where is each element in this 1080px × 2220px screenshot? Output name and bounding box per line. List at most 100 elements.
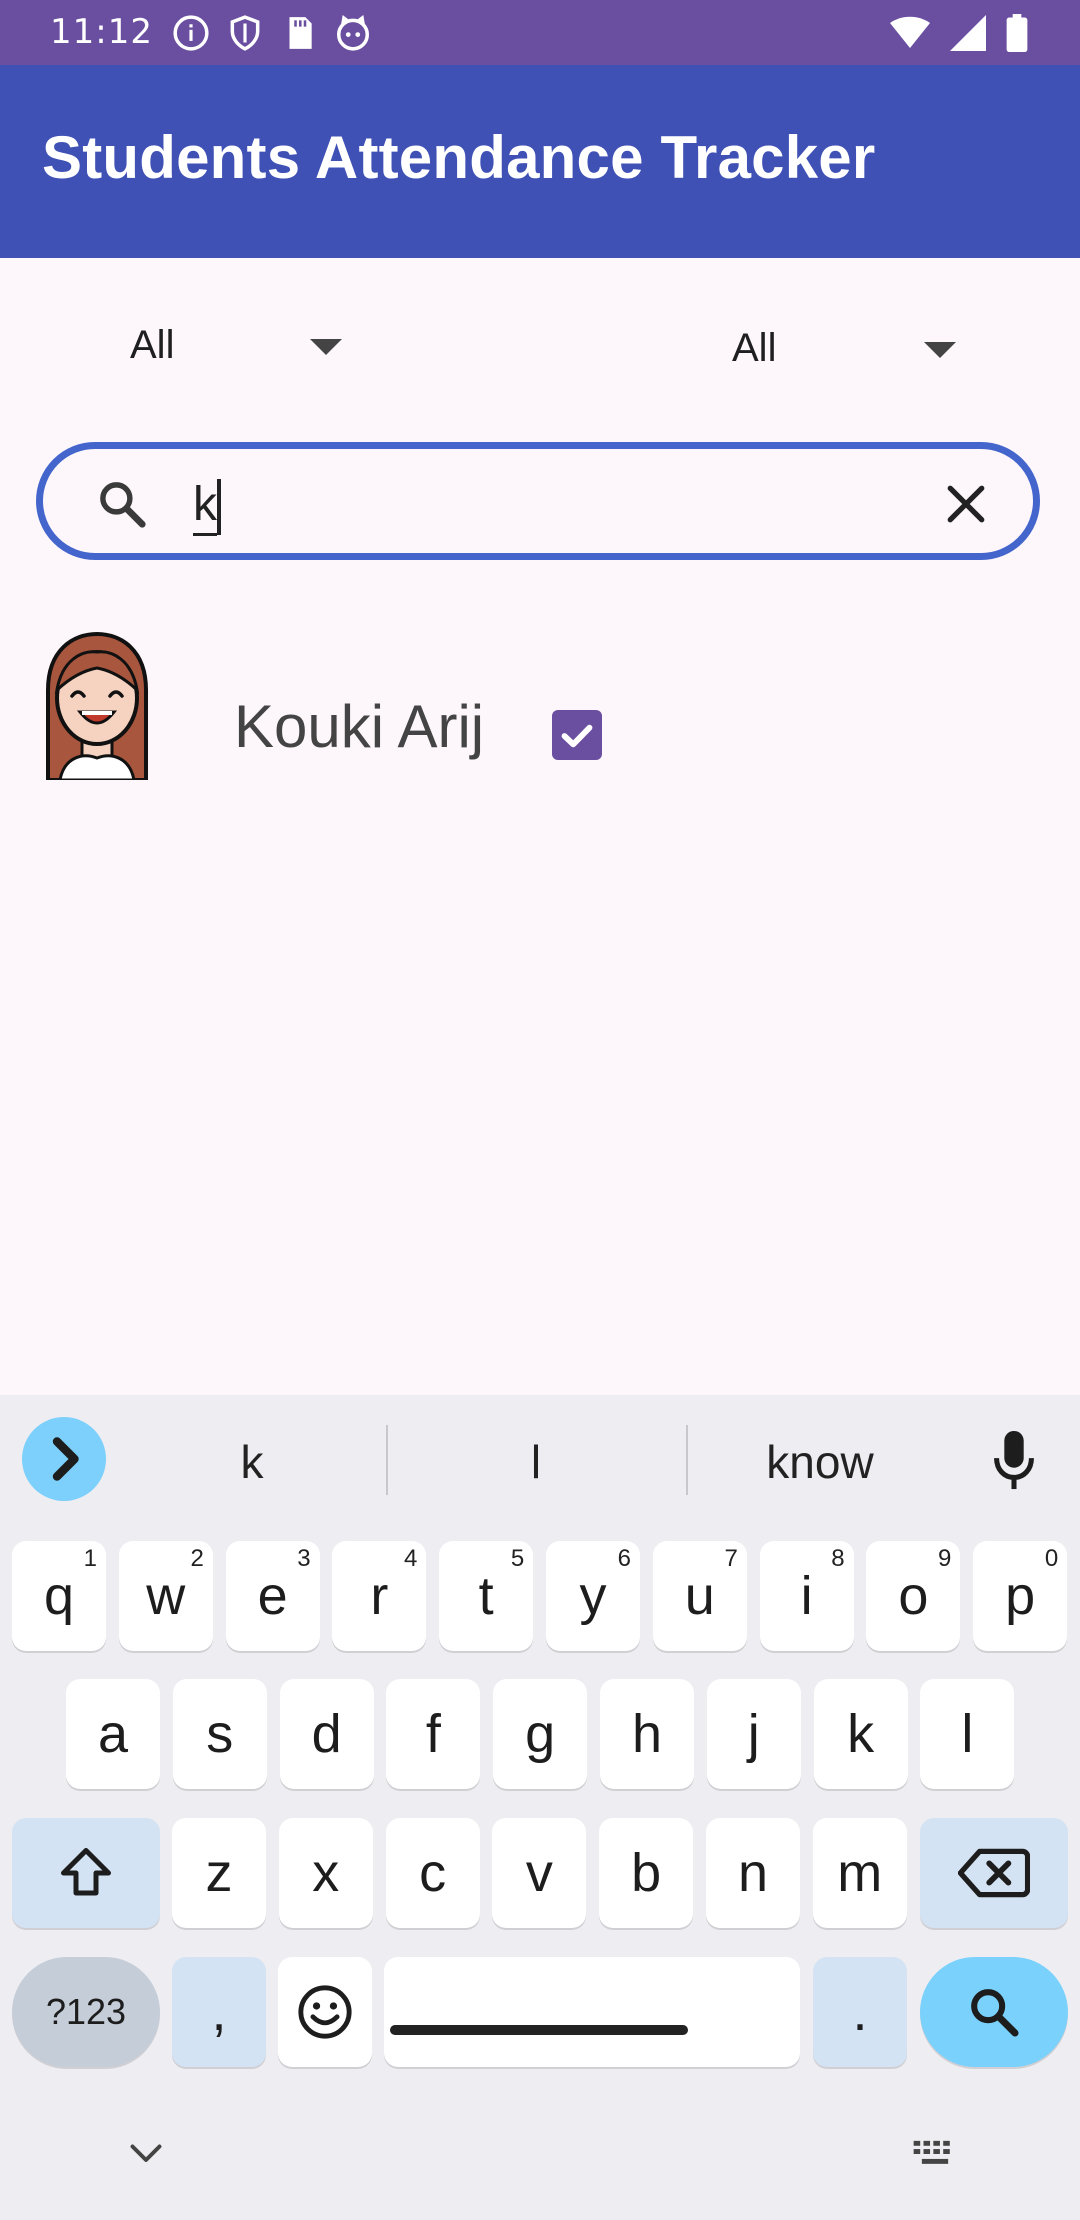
key-h-label: h (631, 1704, 663, 1764)
key-x-label: x (312, 1843, 340, 1903)
key-n[interactable]: n (706, 1818, 800, 1928)
key-i[interactable]: i8 (759, 1541, 854, 1651)
clear-search-icon[interactable] (945, 483, 987, 525)
search-icon (971, 1989, 1019, 2037)
key-s-label: s (206, 1704, 234, 1764)
key-e[interactable]: e3 (225, 1541, 320, 1651)
search-input[interactable] (193, 477, 893, 532)
key-t-hint: 5 (510, 1545, 525, 1572)
period-key[interactable]: . (813, 1957, 907, 2067)
key-g[interactable]: g (493, 1679, 588, 1789)
key-u-label: u (684, 1566, 715, 1626)
key-v-label: v (525, 1843, 553, 1903)
key-f[interactable]: f (386, 1679, 481, 1789)
key-i-hint: 8 (831, 1545, 845, 1572)
emoji-icon (298, 1985, 352, 2039)
key-o-label: o (898, 1566, 929, 1626)
key-r-hint: 4 (404, 1545, 418, 1572)
key-p-hint: 0 (1044, 1545, 1059, 1572)
hide-keyboard-icon[interactable] (128, 2140, 164, 2168)
wifi-icon (890, 15, 930, 56)
key-z-label: z (205, 1843, 233, 1903)
info-icon (172, 14, 210, 52)
suggestion-1[interactable]: k (132, 1435, 372, 1489)
search-icon (100, 482, 146, 528)
expand-toolbar-button[interactable] (22, 1417, 106, 1501)
key-m-label: m (837, 1843, 883, 1903)
shift-key[interactable] (12, 1818, 160, 1928)
suggestion-bar: k l know (0, 1395, 1080, 1525)
key-k[interactable]: k (813, 1679, 908, 1789)
key-b[interactable]: b (599, 1818, 694, 1928)
navigation-handle[interactable] (390, 2025, 688, 2035)
symbols-key[interactable]: ?123 (12, 1957, 160, 2067)
space-key[interactable] (384, 1957, 800, 2067)
key-z[interactable]: z (172, 1818, 266, 1928)
microphone-icon[interactable] (990, 1429, 1038, 1491)
key-p-label: p (1005, 1566, 1036, 1626)
dropdown-arrow-icon (310, 339, 342, 355)
key-g-label: g (525, 1704, 556, 1764)
chevron-right-icon (52, 1437, 79, 1481)
key-j[interactable]: j (706, 1679, 801, 1789)
backspace-icon (958, 1848, 1030, 1898)
search-bar[interactable] (36, 442, 1040, 560)
key-t-label: t (478, 1566, 494, 1626)
page-title: Students Attendance Tracker (42, 124, 876, 191)
comma-key[interactable]: , (172, 1957, 266, 2067)
key-l[interactable]: l (920, 1679, 1015, 1789)
key-r[interactable]: r4 (332, 1541, 427, 1651)
key-o[interactable]: o9 (866, 1541, 961, 1651)
backspace-key[interactable] (920, 1818, 1068, 1928)
key-q[interactable]: q1 (12, 1541, 106, 1651)
student-avatar (38, 630, 156, 780)
student-list-item[interactable]: Kouki Arij (0, 620, 1080, 790)
soft-keyboard: k l know (0, 1395, 1080, 2220)
key-t[interactable]: t5 (439, 1541, 534, 1651)
status-bar: 11:12 (0, 0, 1080, 65)
key-p[interactable]: p0 (973, 1541, 1068, 1651)
key-w-label: w (146, 1566, 186, 1626)
key-w[interactable]: w2 (118, 1541, 213, 1651)
key-b-label: b (631, 1843, 662, 1903)
suggestion-3[interactable]: know (700, 1435, 940, 1489)
suggestion-2[interactable]: l (416, 1435, 656, 1489)
shift-icon (61, 1848, 111, 1896)
key-u[interactable]: u7 (652, 1541, 747, 1651)
filter-dropdown-2[interactable]: All (732, 308, 972, 388)
key-d[interactable]: d (279, 1679, 374, 1789)
key-x[interactable]: x (278, 1818, 373, 1928)
key-y-label: y (579, 1566, 607, 1626)
filter-dropdown-1[interactable]: All (130, 305, 360, 385)
battery-icon (1006, 14, 1028, 57)
key-e-hint: 3 (297, 1545, 311, 1572)
key-d-label: d (311, 1704, 342, 1764)
emoji-key[interactable] (278, 1957, 372, 2067)
cat-icon (334, 14, 372, 52)
key-y[interactable]: y6 (546, 1541, 640, 1651)
key-l-label: l (961, 1704, 974, 1764)
key-a[interactable]: a (66, 1679, 160, 1789)
suggestion-divider (386, 1425, 388, 1495)
key-r-label: r (370, 1566, 389, 1626)
search-action-key[interactable] (920, 1957, 1068, 2067)
key-q-hint: 1 (83, 1545, 97, 1572)
key-e-label: e (257, 1566, 288, 1626)
key-o-hint: 9 (938, 1545, 952, 1572)
key-h[interactable]: h (600, 1679, 694, 1789)
key-c[interactable]: c (385, 1818, 480, 1928)
key-k-label: k (847, 1704, 875, 1764)
key-u-hint: 7 (724, 1545, 738, 1572)
filter-dropdown-2-value: All (732, 325, 777, 370)
dropdown-arrow-icon (924, 342, 956, 358)
key-m[interactable]: m (812, 1818, 907, 1928)
key-s[interactable]: s (172, 1679, 267, 1789)
key-c-label: c (419, 1843, 447, 1903)
app-bar: Students Attendance Tracker (0, 65, 1080, 258)
attendance-checkbox[interactable] (552, 710, 602, 760)
key-f-label: f (425, 1704, 441, 1764)
key-v[interactable]: v (492, 1818, 587, 1928)
keyboard-switch-icon[interactable] (912, 2138, 958, 2170)
status-time: 11:12 (50, 12, 153, 52)
key-j-label: j (747, 1704, 760, 1764)
